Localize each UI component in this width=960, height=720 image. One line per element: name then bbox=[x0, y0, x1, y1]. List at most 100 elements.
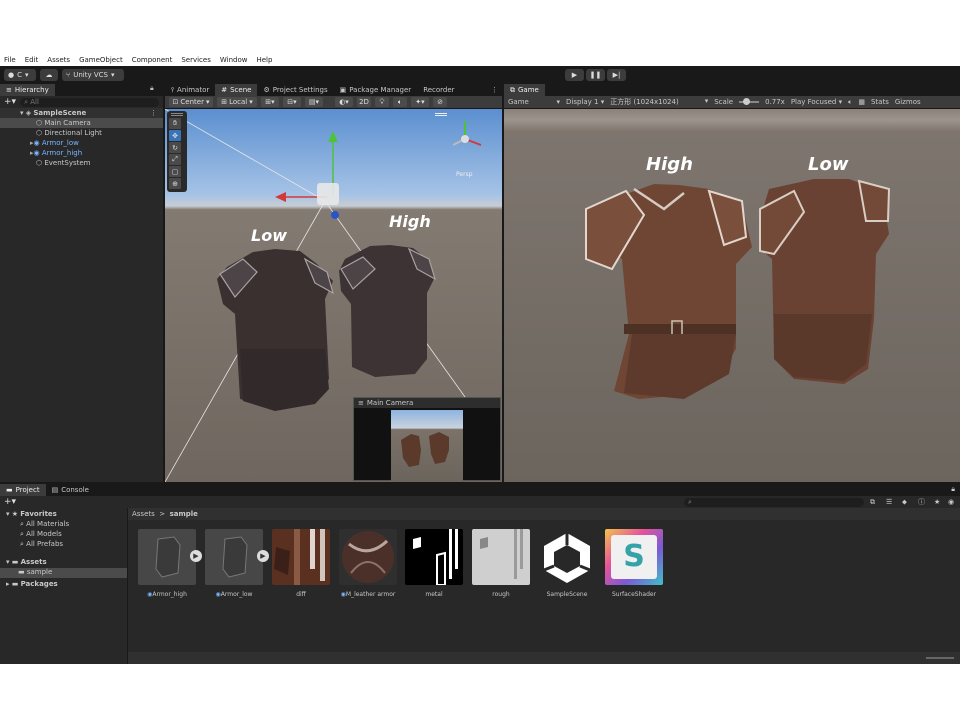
pause-button[interactable]: ❚❚ bbox=[586, 69, 605, 81]
tag-icon[interactable]: ⬥ bbox=[902, 498, 907, 507]
step-button[interactable]: ▶| bbox=[607, 69, 626, 81]
orientation-gizmo[interactable] bbox=[452, 121, 482, 146]
gizmo-toggle-icon[interactable]: ▦ bbox=[858, 98, 865, 106]
assets-folder[interactable]: ▾ ▬ Assets bbox=[6, 558, 47, 566]
kebab-menu-icon[interactable]: ⋮ bbox=[491, 86, 502, 96]
asset-metal[interactable]: metal bbox=[402, 529, 466, 598]
fav-all-models[interactable]: ⌕ All Models bbox=[20, 530, 62, 539]
stats-button[interactable]: Stats bbox=[871, 98, 889, 106]
menu-help[interactable]: Help bbox=[256, 56, 272, 64]
toggle-2d-button[interactable]: 2D bbox=[357, 97, 371, 107]
tab-console[interactable]: ▤ Console bbox=[45, 484, 95, 496]
audio-toggle[interactable]: 🔈︎ bbox=[393, 97, 407, 107]
info-icon[interactable]: ⓘ bbox=[918, 497, 925, 507]
asset-diff[interactable]: diff bbox=[269, 529, 333, 598]
hierarchy-item-armor-low[interactable]: ▸ ◉ Armor_low bbox=[0, 138, 79, 148]
vcs-dropdown[interactable]: ⑂ Unity VCS ▾ bbox=[62, 69, 124, 81]
lock-icon[interactable]: 🔒︎ bbox=[150, 84, 154, 93]
rotate-tool-button[interactable]: ↻ bbox=[169, 142, 181, 153]
sample-folder[interactable]: ▬ sample bbox=[0, 568, 127, 578]
add-icon[interactable]: +▾ bbox=[4, 97, 16, 107]
persp-label[interactable]: Persp bbox=[456, 171, 473, 178]
overlay-handle-icon[interactable] bbox=[435, 113, 447, 116]
game-mode-dropdown[interactable]: Game ▾ bbox=[508, 98, 560, 106]
menu-file[interactable]: File bbox=[4, 56, 16, 64]
resolution-dropdown[interactable]: 正方形 (1024x1024) ▾ bbox=[610, 97, 708, 107]
fav-all-materials[interactable]: ⌕ All Materials bbox=[20, 520, 69, 529]
draw-mode-button[interactable]: ◐▾ bbox=[335, 97, 353, 107]
hierarchy-item-directional-light[interactable]: ⬡ Directional Light bbox=[0, 128, 102, 138]
transform-tool-button[interactable]: ⊕ bbox=[169, 178, 181, 189]
favorites-header[interactable]: ▾ ★ Favorites bbox=[6, 510, 57, 518]
filter-label-icon[interactable]: ☰ bbox=[886, 498, 892, 506]
cloud-button[interactable]: ☁ bbox=[40, 69, 58, 81]
lighting-toggle[interactable]: 💡︎ bbox=[375, 97, 389, 107]
eye-counter-icon[interactable]: ◉ bbox=[948, 498, 954, 506]
camera-preview[interactable]: ≡ Main Camera bbox=[353, 397, 501, 482]
tab-animator[interactable]: ⫯ Animator bbox=[165, 84, 216, 96]
asset-m-leather-armor[interactable]: ◉M_leather armor bbox=[336, 529, 400, 598]
hand-tool-button[interactable]: ✋︎ bbox=[169, 118, 181, 129]
grid-snap-button[interactable]: ⊞▾ bbox=[261, 97, 279, 107]
expand-prefab-icon[interactable]: ▶ bbox=[257, 550, 269, 562]
account-dropdown[interactable]: ● C ▾ bbox=[4, 69, 36, 81]
tab-project[interactable]: ▬ Project bbox=[0, 484, 46, 496]
scene-view[interactable]: Low High Persp ✋︎ ✥ ↻ ⤢ ▢ ⊕ ≡ Main Camer… bbox=[165, 109, 502, 482]
menu-services[interactable]: Services bbox=[181, 56, 211, 64]
asset-surfaceshader[interactable]: S SurfaceShader bbox=[602, 529, 666, 598]
hierarchy-search-input[interactable]: ⌕ All bbox=[20, 97, 159, 107]
packages-folder[interactable]: ▸ ▬ Packages bbox=[6, 580, 58, 588]
asset-armor-low[interactable]: ◉Armor_low bbox=[202, 529, 266, 598]
scene-row[interactable]: ▾ ◈ SampleScene ⋮ bbox=[0, 108, 163, 118]
asset-armor-high[interactable]: ◉Armor_high bbox=[135, 529, 199, 598]
icon-size-slider[interactable] bbox=[926, 657, 954, 659]
kebab-menu-icon[interactable]: ⋮ bbox=[150, 109, 163, 117]
scale-tool-button[interactable]: ⤢ bbox=[169, 154, 181, 165]
breadcrumb-sample[interactable]: sample bbox=[170, 510, 198, 518]
mute-audio-icon[interactable]: 🔈︎ bbox=[848, 98, 852, 107]
filter-type-icon[interactable]: ⧉ bbox=[870, 498, 875, 507]
tab-scene[interactable]: # Scene bbox=[215, 84, 258, 96]
fav-all-prefabs[interactable]: ⌕ All Prefabs bbox=[20, 540, 63, 549]
game-view[interactable]: High Low bbox=[504, 109, 960, 482]
drag-handle-icon[interactable]: ≡ bbox=[358, 399, 364, 407]
asset-samplescene[interactable]: SampleScene bbox=[535, 529, 599, 598]
tab-package-manager[interactable]: ▣ Package Manager bbox=[333, 84, 418, 96]
menu-window[interactable]: Window bbox=[220, 56, 248, 64]
breadcrumb-assets[interactable]: Assets bbox=[132, 510, 155, 518]
tab-recorder[interactable]: Recorder bbox=[417, 84, 461, 96]
move-tool-button[interactable]: ✥ bbox=[169, 130, 181, 141]
asset-rough[interactable]: rough bbox=[469, 529, 533, 598]
project-search-input[interactable]: ⌕ bbox=[684, 497, 864, 507]
scale-slider[interactable] bbox=[739, 98, 760, 105]
snap-increment-button[interactable]: ⊟▾ bbox=[283, 97, 301, 107]
space-dropdown[interactable]: ⊞ Local ▾ bbox=[217, 97, 257, 107]
pivot-dropdown[interactable]: ⊡ Center ▾ bbox=[169, 97, 213, 107]
gizmos-button[interactable]: Gizmos bbox=[895, 98, 921, 106]
play-button[interactable]: ▶ bbox=[565, 69, 584, 81]
star-icon[interactable]: ★ bbox=[934, 498, 940, 506]
visibility-toggle[interactable]: ⊘ bbox=[433, 97, 447, 107]
menu-gameobject[interactable]: GameObject bbox=[79, 56, 123, 64]
tab-game[interactable]: ⧉ Game bbox=[504, 84, 545, 96]
menu-assets[interactable]: Assets bbox=[47, 56, 70, 64]
lock-icon[interactable]: 🔒︎ bbox=[951, 485, 960, 496]
menu-component[interactable]: Component bbox=[132, 56, 173, 64]
armor-high-model[interactable] bbox=[339, 245, 436, 377]
add-icon[interactable]: +▾ bbox=[4, 497, 16, 507]
effects-toggle[interactable]: ✦▾ bbox=[411, 97, 429, 107]
rect-tool-button[interactable]: ▢ bbox=[169, 166, 181, 177]
hierarchy-item-eventsystem[interactable]: ⬡ EventSystem bbox=[0, 158, 91, 168]
expand-prefab-icon[interactable]: ▶ bbox=[190, 550, 202, 562]
tab-hierarchy[interactable]: ≡ Hierarchy bbox=[0, 84, 55, 96]
display-dropdown[interactable]: Display 1 ▾ bbox=[566, 98, 604, 106]
slider-thumb[interactable] bbox=[743, 98, 751, 105]
tab-project-settings[interactable]: ⚙ Project Settings bbox=[257, 84, 334, 96]
menu-edit[interactable]: Edit bbox=[25, 56, 39, 64]
play-mode-dropdown[interactable]: Play Focused ▾ bbox=[791, 98, 842, 106]
armor-low-model[interactable] bbox=[217, 249, 334, 411]
drag-handle-icon[interactable] bbox=[171, 113, 183, 116]
move-gizmo[interactable] bbox=[275, 131, 339, 219]
hierarchy-item-armor-high[interactable]: ▸ ◉ Armor_high bbox=[0, 148, 82, 158]
hierarchy-item-main-camera[interactable]: ⬡ Main Camera bbox=[0, 118, 163, 128]
